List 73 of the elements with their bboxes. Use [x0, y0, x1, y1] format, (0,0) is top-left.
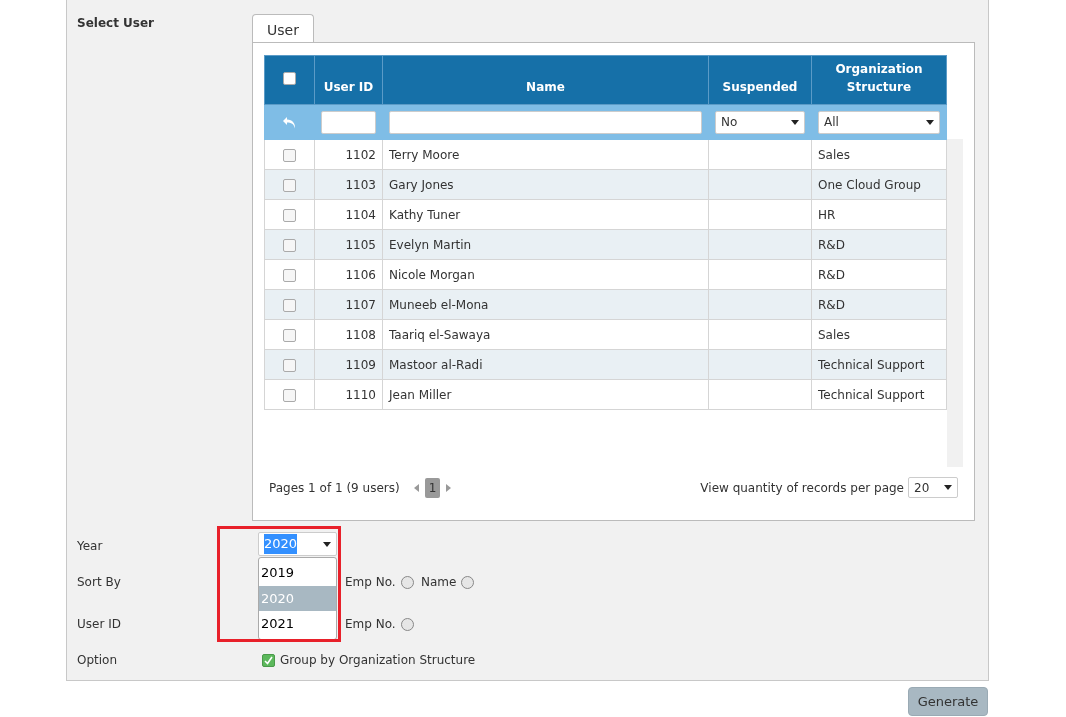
- dropdown-option[interactable]: 2019: [259, 560, 336, 586]
- caret-icon: [944, 485, 952, 490]
- row-checkbox[interactable]: [283, 268, 296, 282]
- row-checkbox[interactable]: [283, 298, 296, 312]
- checkbox[interactable]: [283, 72, 296, 85]
- row-checkbox[interactable]: [283, 148, 296, 162]
- radio-label: Name: [421, 574, 457, 591]
- caret-icon: [323, 541, 331, 547]
- field-label: Option: [77, 652, 118, 669]
- row-checkbox[interactable]: [283, 178, 296, 192]
- row-checkbox[interactable]: [283, 238, 296, 252]
- radio-button[interactable]: [400, 617, 414, 631]
- radio-label: Emp No.: [345, 574, 396, 591]
- suspended-filter[interactable]: No: [715, 110, 805, 134]
- caret-icon: [926, 119, 934, 125]
- page-summary: Pages 1 of 1 (9 users): [269, 479, 400, 497]
- field-label: Sort By: [77, 574, 121, 591]
- user-name: Mastoor al-Radi: [389, 357, 483, 372]
- column-header: Name: [382, 55, 709, 105]
- organization: One Cloud Group: [818, 177, 921, 192]
- checkbox[interactable]: [262, 653, 275, 667]
- user-id: 1107: [345, 297, 376, 312]
- section-label: Select User: [77, 15, 154, 32]
- row-checkbox[interactable]: [283, 208, 296, 222]
- column-header: Organization Structure: [811, 55, 947, 105]
- organization: HR: [818, 207, 836, 222]
- row-checkbox[interactable]: [283, 358, 296, 372]
- organization: Technical Support: [818, 357, 925, 372]
- user-name: Jean Miller: [389, 387, 452, 402]
- column-header: User ID: [314, 55, 383, 105]
- user-name: Taariq el-Sawaya: [389, 327, 491, 342]
- organization: R&D: [818, 267, 845, 282]
- column-header: Suspended: [708, 55, 812, 105]
- per-page-select[interactable]: 20: [908, 477, 958, 498]
- user-id: 1109: [345, 357, 376, 372]
- user-id: 1105: [345, 237, 376, 252]
- user-name: Nicole Morgan: [389, 267, 475, 282]
- user-id: 1106: [345, 267, 376, 282]
- user-id-filter[interactable]: [321, 110, 376, 134]
- next-page-icon[interactable]: [446, 484, 452, 492]
- field-label: User ID: [77, 616, 121, 633]
- row-checkbox[interactable]: [283, 388, 296, 402]
- scrollbar[interactable]: [947, 139, 963, 467]
- undo-icon[interactable]: [281, 115, 298, 130]
- caret-icon: [791, 119, 799, 125]
- organization: R&D: [818, 297, 845, 312]
- organization-filter[interactable]: All: [818, 110, 940, 134]
- field-label: Year: [77, 538, 103, 555]
- page-link[interactable]: 1: [424, 477, 441, 498]
- organization: Sales: [818, 147, 850, 162]
- user-id: 1110: [345, 387, 376, 402]
- user-name: Terry Moore: [389, 147, 460, 162]
- user-id: 1104: [345, 207, 376, 222]
- name-filter[interactable]: [389, 110, 702, 134]
- per-page-label: View quantity of records per page: [700, 479, 904, 497]
- user-name: Gary Jones: [389, 177, 454, 192]
- user-name: Evelyn Martin: [389, 237, 472, 252]
- generate-button[interactable]: Generate: [908, 687, 988, 716]
- radio-button[interactable]: [461, 575, 475, 589]
- user-id: 1108: [345, 327, 376, 342]
- user-id: 1102: [345, 147, 376, 162]
- user-name: Muneeb el-Mona: [389, 297, 489, 312]
- radio-button[interactable]: [400, 575, 414, 589]
- prev-page-icon[interactable]: [413, 484, 419, 492]
- organization: Technical Support: [818, 387, 925, 402]
- checkbox-label: Group by Organization Structure: [280, 652, 476, 669]
- dropdown-option[interactable]: 2021: [259, 611, 336, 637]
- user-name: Kathy Tuner: [389, 207, 461, 222]
- row-checkbox[interactable]: [283, 328, 296, 342]
- radio-label: Emp No.: [345, 616, 396, 633]
- user-id: 1103: [345, 177, 376, 192]
- organization: Sales: [818, 327, 850, 342]
- organization: R&D: [818, 237, 845, 252]
